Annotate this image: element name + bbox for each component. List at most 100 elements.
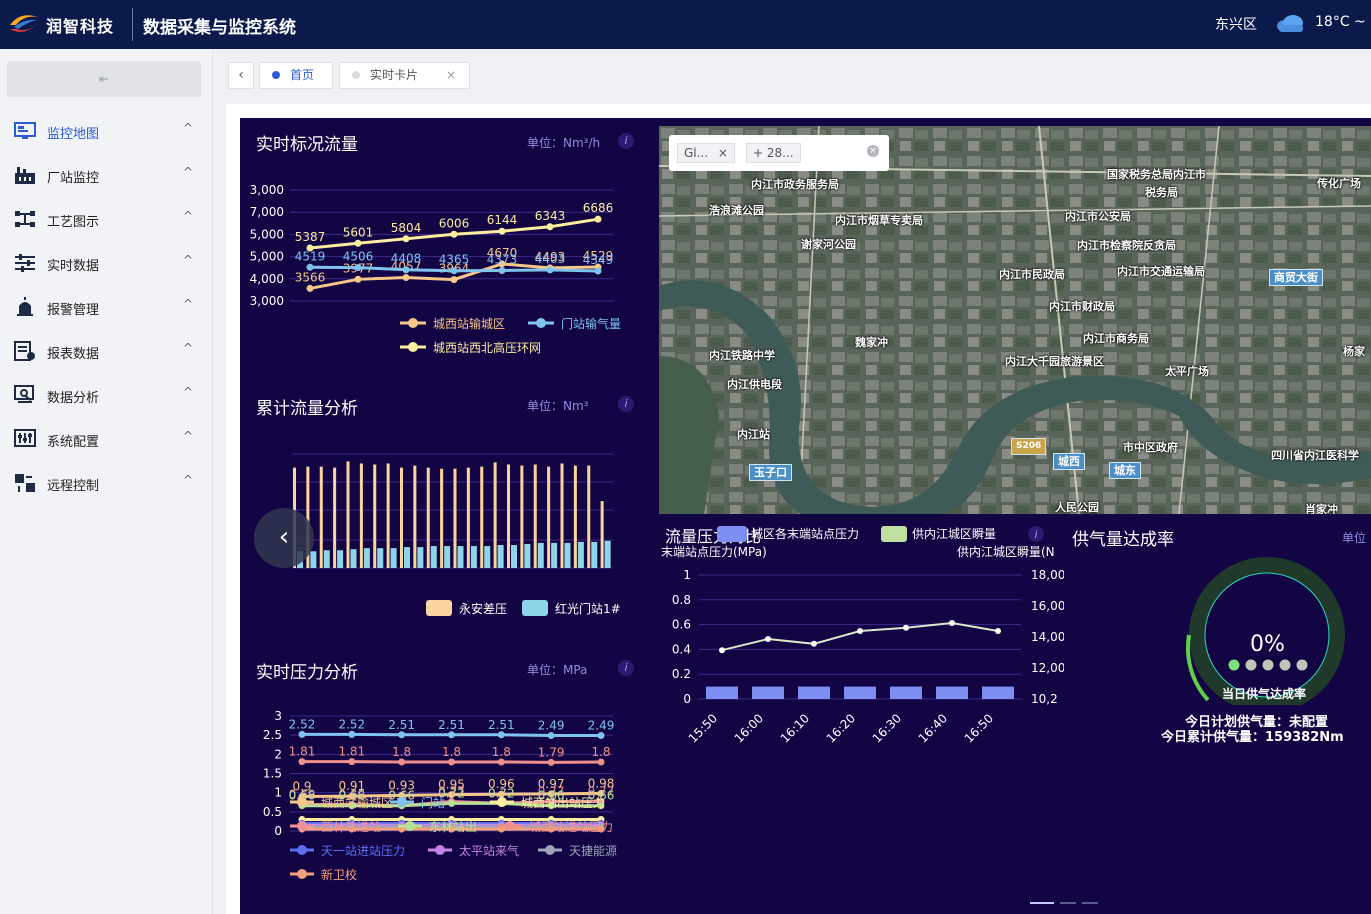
map-label: 内江市民政局 bbox=[999, 268, 1065, 281]
y-tick-label: 1 bbox=[274, 786, 282, 800]
data-point bbox=[402, 235, 410, 243]
chevron-up-icon: ^ bbox=[183, 121, 194, 135]
bar bbox=[890, 686, 922, 699]
y-tick-label: 1.5 bbox=[263, 767, 282, 781]
info-icon[interactable]: i bbox=[618, 396, 634, 412]
collapse-icon: ⇤ bbox=[98, 72, 110, 86]
sidebar-item-report[interactable]: 报表数据 ^ bbox=[0, 329, 213, 373]
bar bbox=[551, 542, 558, 568]
bar bbox=[844, 686, 876, 699]
sidebar-item-remote[interactable]: 远程控制 ^ bbox=[0, 461, 213, 505]
sidebar-item-config[interactable]: 系统配置 ^ bbox=[0, 417, 213, 461]
data-label: 1.8 bbox=[492, 745, 511, 759]
info-icon[interactable]: i bbox=[618, 660, 634, 676]
process-icon bbox=[15, 211, 35, 227]
data-point bbox=[547, 758, 555, 766]
bar bbox=[752, 686, 784, 699]
legend-label: 城西站西北高压环网 bbox=[433, 340, 541, 355]
bar bbox=[333, 467, 337, 568]
info-icon[interactable]: i bbox=[618, 133, 634, 149]
sidebar-item-factory[interactable]: 厂站监控 ^ bbox=[0, 153, 213, 197]
bar bbox=[363, 548, 370, 568]
x-tick-label: 16:50 bbox=[962, 711, 996, 745]
sidebar-item-realtime-data[interactable]: 实时数据 ^ bbox=[0, 241, 213, 285]
data-point bbox=[594, 215, 602, 223]
data-point bbox=[497, 731, 505, 739]
bar bbox=[936, 686, 968, 699]
sidebar-item-label: 厂站监控 bbox=[47, 171, 100, 186]
bar bbox=[497, 545, 504, 568]
data-point bbox=[348, 758, 356, 766]
sliders-icon bbox=[15, 254, 35, 272]
tab-home[interactable]: 首页 bbox=[259, 62, 333, 89]
map-label: 内江市检察院反贪局 bbox=[1077, 239, 1176, 252]
data-label: 6686 bbox=[583, 201, 614, 215]
legend-label: 城区各末端站点压力 bbox=[751, 526, 859, 541]
legend-marker bbox=[505, 821, 515, 831]
map-label: 内江市交通运输局 bbox=[1117, 265, 1205, 278]
map-road-tag: S206 bbox=[1011, 438, 1047, 455]
chevron-up-icon: ^ bbox=[183, 165, 194, 179]
brand-logo-icon bbox=[10, 15, 38, 32]
x-tick-label: 16:30 bbox=[870, 711, 904, 745]
weather-temperature: 18°C ~ 2 bbox=[1315, 14, 1371, 30]
factory-icon bbox=[15, 167, 35, 184]
sidebar-item-analysis[interactable]: 数据分析 ^ bbox=[0, 373, 213, 417]
carousel-prev-button[interactable]: ‹ bbox=[254, 508, 314, 568]
data-label: 4365 bbox=[439, 253, 470, 267]
data-label: 5387 bbox=[295, 230, 326, 244]
tab-scroll-left-button[interactable]: ‹ bbox=[228, 62, 254, 89]
filter-chip[interactable]: Gl... × bbox=[677, 143, 735, 163]
clear-icon[interactable]: × bbox=[867, 145, 879, 157]
y-tick-label: 5,000 bbox=[250, 250, 284, 264]
map-filter-select[interactable]: Gl... × + 28... × bbox=[669, 135, 889, 171]
supply-cumulative: 今日累计供气量：159382Nm bbox=[1161, 730, 1344, 745]
pagination-indicator[interactable] bbox=[1082, 902, 1098, 904]
sidebar-item-process[interactable]: 工艺图示 ^ bbox=[0, 197, 213, 241]
legend-marker bbox=[297, 845, 307, 855]
data-label: 2.52 bbox=[289, 717, 316, 731]
bar bbox=[493, 462, 497, 568]
x-tick-label: 16:20 bbox=[824, 711, 858, 745]
close-icon[interactable]: × bbox=[446, 63, 456, 88]
y-axis-label: 末端站点压力(MPa) bbox=[661, 545, 767, 559]
legend-label: 城西站输城区 bbox=[321, 795, 393, 810]
sidebar-item-monitor-map[interactable]: 监控地图 ^ bbox=[0, 109, 213, 153]
data-label: 2.49 bbox=[588, 719, 615, 733]
data-label: 2.49 bbox=[538, 719, 565, 733]
tab-realtime-card[interactable]: 实时卡片 × bbox=[339, 62, 470, 89]
data-label: 6006 bbox=[439, 216, 470, 230]
map-label: 传化广场 bbox=[1317, 177, 1361, 190]
panel-unit-cumulative: 单位：Nm³ bbox=[527, 399, 589, 413]
y-tick-label: 5,000 bbox=[250, 227, 284, 241]
supply-caption: 当日供气达成率 bbox=[1222, 687, 1307, 701]
bar bbox=[359, 463, 363, 568]
map-area-tag: 玉子口 bbox=[749, 464, 792, 481]
legend-label: 天捷能源 bbox=[569, 844, 617, 858]
satellite-map[interactable]: Gl... × + 28... × 内江市政务服务局 国家税务总局内江市 税务局… bbox=[659, 126, 1371, 514]
sidebar-item-label: 远程控制 bbox=[47, 479, 100, 494]
chip-label: Gl... bbox=[684, 146, 709, 160]
sidebar: ⇤ 监控地图 ^ 厂站监控 ^ 工艺图示 ^ 实时数据 ^ 报警管理 ^ 报表数… bbox=[0, 49, 213, 914]
chevron-up-icon: ^ bbox=[183, 209, 194, 223]
data-label: 2.51 bbox=[388, 718, 415, 732]
region-label[interactable]: 东兴区 bbox=[1215, 14, 1257, 34]
data-label: 3566 bbox=[295, 270, 326, 284]
legend-label: 天一站进站压力 bbox=[321, 844, 405, 858]
data-point bbox=[348, 730, 356, 738]
panel-unit-supply: 单位 bbox=[1342, 531, 1367, 545]
pagination-indicator[interactable] bbox=[1060, 902, 1076, 904]
bar bbox=[600, 501, 604, 568]
data-label: 1.81 bbox=[338, 745, 365, 759]
sidebar-item-alarm[interactable]: 报警管理 ^ bbox=[0, 285, 213, 329]
data-point bbox=[306, 263, 314, 271]
bar bbox=[511, 545, 517, 568]
data-label: 4408 bbox=[391, 252, 422, 266]
close-icon[interactable]: × bbox=[718, 146, 728, 160]
sidebar-collapse-button[interactable]: ⇤ bbox=[7, 61, 201, 97]
active-dot-icon bbox=[272, 71, 280, 79]
y-tick-label: 12,00 bbox=[1031, 661, 1064, 675]
flow-line-chart: 3,0007,0005,0005,0004,0003,0003566397740… bbox=[250, 183, 621, 355]
pagination-indicator[interactable] bbox=[1030, 902, 1054, 904]
data-label: 2.52 bbox=[338, 717, 365, 731]
